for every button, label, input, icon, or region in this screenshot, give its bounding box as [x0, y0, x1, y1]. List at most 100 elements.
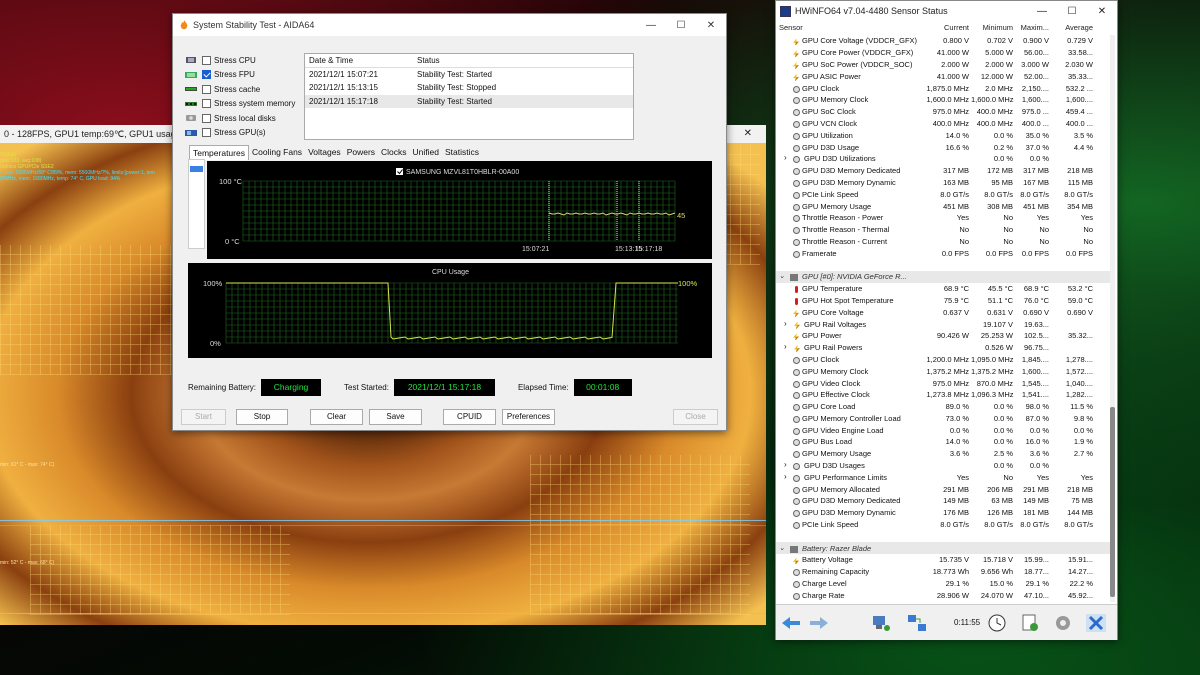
cpuid-button[interactable]: CPUID: [443, 409, 496, 425]
sensor-row[interactable]: GPU VCN Clock 400.0 MHz 400.0 MHz 400.0 ...…: [776, 118, 1111, 130]
start-button[interactable]: Start: [181, 409, 226, 425]
sensor-row[interactable]: GPU Video Engine Load 0.0 % 0.0 % 0.0 % 0.0 …: [776, 424, 1111, 436]
sensor-row[interactable]: Charge Rate 28.906 W 24.070 W 47.10... 45.92…: [776, 589, 1111, 601]
column-header[interactable]: Status: [413, 56, 440, 65]
collapse-icon[interactable]: ⌄: [779, 544, 786, 552]
sensor-row[interactable]: GPU Utilization 14.0 % 0.0 % 35.0 % 3.5 %: [776, 129, 1111, 141]
sensor-row[interactable]: GPU Memory Usage 3.6 % 2.5 % 3.6 % 2.7 %: [776, 448, 1111, 460]
sensor-group-header[interactable]: ⌄ GPU [#0]: NVIDIA GeForce R...: [776, 270, 1111, 283]
event-log-table[interactable]: Date & Time Status 2021/12/1 15:07:21 St…: [304, 53, 634, 140]
stress-disks-checkbox[interactable]: [202, 113, 211, 123]
expand-icon[interactable]: ›: [784, 461, 790, 469]
navigate-right-icon[interactable]: [808, 613, 830, 633]
column-header[interactable]: Date & Time: [305, 56, 413, 65]
sensor-row[interactable]: GPU D3D Memory Dynamic 163 MB 95 MB 167 MB 1…: [776, 177, 1111, 189]
sensor-group-header[interactable]: ⌄ Battery: Razer Blade: [776, 542, 1111, 555]
sensor-row[interactable]: PCIe Link Speed 8.0 GT/s 8.0 GT/s 8.0 GT/s 8…: [776, 188, 1111, 200]
sensor-row[interactable]: GPU Memory Clock 1,600.0 MHz 1,600.0 MHz 1,…: [776, 94, 1111, 106]
sensor-row[interactable]: GPU D3D Memory Dynamic 176 MB 126 MB 181 MB…: [776, 507, 1111, 519]
tab-clocks[interactable]: Clocks: [378, 145, 410, 160]
sensor-row[interactable]: Throttle Reason - Current No No No No: [776, 236, 1111, 248]
minimize-button[interactable]: —: [636, 20, 666, 31]
close-dialog-button[interactable]: Close: [673, 409, 718, 425]
clock-icon[interactable]: [986, 613, 1008, 633]
stress-gpu-option[interactable]: Stress GPU(s): [185, 126, 295, 141]
sensor-row[interactable]: GPU Core Voltage 0.637 V 0.631 V 0.690 V 0.6…: [776, 306, 1111, 318]
sensor-row[interactable]: › GPU D3D Utilizations 0.0 % 0.0 %: [776, 153, 1111, 165]
stress-cpu-checkbox[interactable]: [202, 55, 211, 65]
sensor-row[interactable]: GPU Core Load 89.0 % 0.0 % 98.0 % 11.5 %: [776, 401, 1111, 413]
sensor-row[interactable]: › GPU D3D Usages 0.0 % 0.0 %: [776, 460, 1111, 472]
save-button[interactable]: Save: [369, 409, 422, 425]
stress-fpu-option[interactable]: Stress FPU: [185, 68, 295, 83]
sensor-row[interactable]: GPU Bus Load 14.0 % 0.0 % 16.0 % 1.9 %: [776, 436, 1111, 448]
sensor-row[interactable]: › GPU Rail Voltages 19.107 V 19.63...: [776, 318, 1111, 330]
sensor-row[interactable]: GPU Memory Usage 451 MB 308 MB 451 MB 354 MB: [776, 200, 1111, 212]
tab-unified[interactable]: Unified: [410, 145, 442, 160]
sensor-row[interactable]: GPU Effective Clock 1,273.8 MHz 1,096.3 MH…: [776, 389, 1111, 401]
sensor-row[interactable]: GPU Temperature 68.9 °C 45.5 °C 68.9 °C 53.2…: [776, 283, 1111, 295]
hwinfo-titlebar[interactable]: HWiNFO64 v7.04-4480 Sensor Status — ☐ ✕: [776, 1, 1117, 21]
table-row[interactable]: 2021/12/1 15:13:15 Stability Test: Stopp…: [305, 81, 633, 95]
stress-memory-checkbox[interactable]: [202, 99, 211, 109]
network-icon[interactable]: [870, 613, 892, 633]
column-header[interactable]: Current: [924, 23, 971, 35]
sensor-row[interactable]: GPU Video Clock 975.0 MHz 870.0 MHz 1,545..…: [776, 377, 1111, 389]
preferences-button[interactable]: Preferences: [502, 409, 555, 425]
maximize-button[interactable]: ☐: [666, 20, 696, 31]
clear-button[interactable]: Clear: [310, 409, 363, 425]
sensor-row[interactable]: › GPU Performance Limits Yes No Yes Yes: [776, 471, 1111, 483]
column-header[interactable]: Minimum: [971, 23, 1015, 35]
sensor-row[interactable]: Framerate 0.0 FPS 0.0 FPS 0.0 FPS 0.0 FPS: [776, 247, 1111, 259]
stress-cpu-option[interactable]: Stress CPU: [185, 53, 295, 68]
sensor-row[interactable]: GPU Memory Allocated 291 MB 206 MB 291 MB 21…: [776, 483, 1111, 495]
close-button[interactable]: ✕: [696, 20, 726, 31]
table-row[interactable]: 2021/12/1 15:07:21 Stability Test: Start…: [305, 68, 633, 82]
layout-icon[interactable]: [906, 613, 928, 633]
sensor-row[interactable]: GPU SoC Clock 975.0 MHz 400.0 MHz 975.0 ...…: [776, 106, 1111, 118]
close-icon[interactable]: ✕: [744, 125, 752, 143]
stop-button[interactable]: Stop: [236, 409, 288, 425]
sensor-row[interactable]: GPU SoC Power (VDDCR_SOC) 2.000 W 2.000 W 3…: [776, 59, 1111, 71]
stress-fpu-checkbox[interactable]: [202, 70, 211, 80]
stress-memory-option[interactable]: Stress system memory: [185, 97, 295, 112]
sensor-row[interactable]: GPU D3D Memory Dedicated 149 MB 63 MB 149 M…: [776, 495, 1111, 507]
sensor-table[interactable]: GPU Core Voltage (VDDCR_GFX) 0.800 V 0.702…: [776, 35, 1111, 602]
sensor-row[interactable]: GPU Memory Clock 1,375.2 MHz 1,375.2 MHz 1,…: [776, 365, 1111, 377]
scrollbar-thumb[interactable]: [1110, 407, 1115, 597]
sensor-row[interactable]: Battery Voltage 15.735 V 15.718 V 15.99... 1…: [776, 554, 1111, 566]
tab-cooling-fans[interactable]: Cooling Fans: [249, 145, 305, 160]
column-header[interactable]: Maxim...: [1015, 23, 1051, 35]
tab-powers[interactable]: Powers: [344, 145, 378, 160]
sensor-row[interactable]: GPU D3D Usage 16.6 % 0.2 % 37.0 % 4.4 %: [776, 141, 1111, 153]
scrollbar[interactable]: [1110, 35, 1115, 602]
aida64-titlebar[interactable]: System Stability Test - AIDA64 — ☐ ✕: [173, 14, 726, 36]
column-header[interactable]: Sensor: [776, 23, 924, 35]
stress-cache-checkbox[interactable]: [202, 84, 211, 94]
sensor-row[interactable]: GPU Clock 1,200.0 MHz 1,095.0 MHz 1,845....…: [776, 354, 1111, 366]
sensor-row[interactable]: GPU Memory Controller Load 73.0 % 0.0 % 87.…: [776, 413, 1111, 425]
collapse-icon[interactable]: ⌄: [779, 272, 786, 280]
sensor-row[interactable]: › GPU Rail Powers 0.526 W 96.75...: [776, 342, 1111, 354]
sensor-row[interactable]: GPU Clock 1,875.0 MHz 2.0 MHz 2,150.... 532.…: [776, 82, 1111, 94]
sensor-row[interactable]: GPU Core Voltage (VDDCR_GFX) 0.800 V 0.702…: [776, 35, 1111, 47]
sensor-row[interactable]: GPU Hot Spot Temperature 75.9 °C 51.1 °C 76…: [776, 295, 1111, 307]
navigate-left-icon[interactable]: [780, 613, 802, 633]
expand-icon[interactable]: ›: [784, 154, 790, 162]
expand-icon[interactable]: ›: [784, 473, 790, 481]
sensor-row[interactable]: PCIe Link Speed 8.0 GT/s 8.0 GT/s 8.0 GT/s 8…: [776, 519, 1111, 531]
tab-statistics[interactable]: Statistics: [442, 145, 482, 160]
sensor-row[interactable]: GPU D3D Memory Dedicated 317 MB 172 MB 317 …: [776, 165, 1111, 177]
settings-icon[interactable]: [1052, 613, 1074, 633]
column-header[interactable]: Average: [1051, 23, 1095, 35]
sensor-row[interactable]: GPU Core Power (VDDCR_GFX) 41.000 W 5.000 …: [776, 47, 1111, 59]
sensor-row[interactable]: Throttle Reason - Thermal No No No No: [776, 224, 1111, 236]
close-button[interactable]: ✕: [1087, 6, 1117, 17]
add-report-icon[interactable]: [1019, 613, 1041, 633]
sensor-row[interactable]: Charge Level 29.1 % 15.0 % 29.1 % 22.2 %: [776, 578, 1111, 590]
stress-disks-option[interactable]: Stress local disks: [185, 111, 295, 126]
sensor-row[interactable]: Wear Level0.0 %0.0 %0.0 %0.0 %: [776, 601, 1111, 602]
expand-icon[interactable]: ›: [784, 343, 790, 351]
close-icon[interactable]: [1085, 613, 1107, 633]
tab-voltages[interactable]: Voltages: [305, 145, 344, 160]
